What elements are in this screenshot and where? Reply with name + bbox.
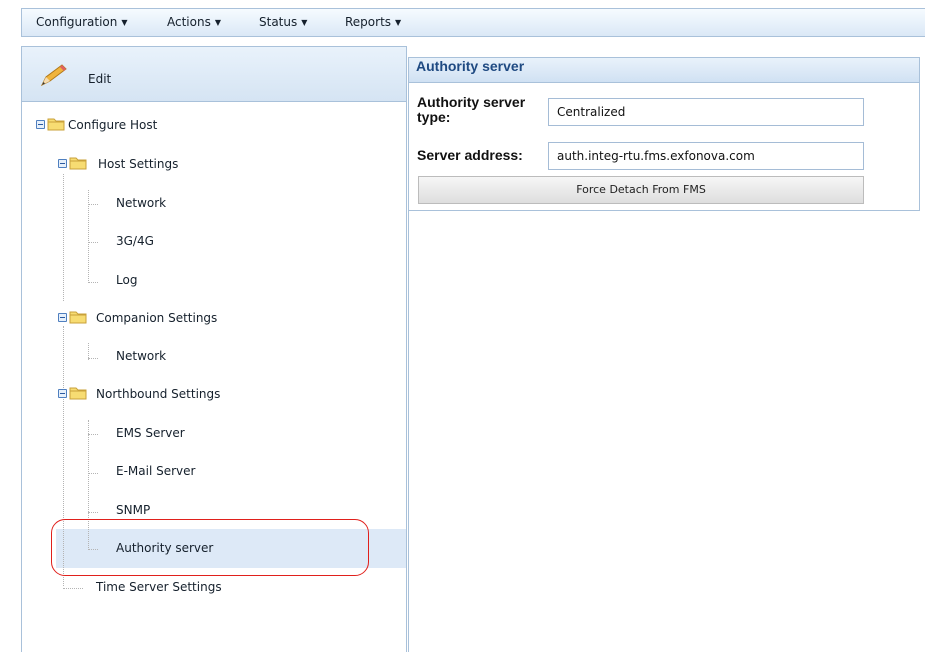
annotation-highlight-circle (51, 519, 369, 576)
tree-leaf-snmp[interactable]: SNMP (116, 503, 150, 517)
caret-down-icon: ▼ (214, 18, 221, 27)
menu-bar: Configuration ▼ Actions ▼ Status ▼ Reports ▼ (21, 8, 925, 37)
tree-connector (88, 473, 98, 474)
collapse-icon[interactable] (58, 389, 67, 398)
tree-connector (88, 358, 98, 359)
tree-label[interactable]: Host Settings (98, 157, 178, 171)
menu-actions[interactable]: Actions ▼ (167, 15, 221, 29)
tree-label[interactable]: Companion Settings (96, 311, 217, 325)
menu-configuration[interactable]: Configuration ▼ (36, 15, 128, 29)
tree-label[interactable]: Northbound Settings (96, 387, 220, 401)
authority-server-type-field[interactable]: Centralized (548, 98, 864, 126)
server-address-field[interactable]: auth.integ-rtu.fms.exfonova.com (548, 142, 864, 170)
edit-label[interactable]: Edit (88, 72, 111, 86)
tree-connector (88, 512, 98, 513)
content-divider (408, 211, 409, 652)
folder-icon (69, 157, 87, 170)
caret-down-icon: ▼ (395, 18, 402, 27)
force-detach-button[interactable]: Force Detach From FMS (418, 176, 864, 204)
folder-icon (47, 118, 65, 131)
collapse-icon[interactable] (36, 120, 45, 129)
tree-connector (88, 204, 98, 205)
tree-connector (88, 282, 98, 283)
tree-leaf-host-network[interactable]: Network (116, 196, 166, 210)
tree-leaf-companion-network[interactable]: Network (116, 349, 166, 363)
tree-connector (88, 242, 98, 243)
folder-icon (69, 387, 87, 400)
server-address-label: Server address: (417, 147, 523, 163)
collapse-icon[interactable] (58, 159, 67, 168)
caret-down-icon: ▼ (121, 18, 128, 27)
folder-icon (69, 311, 87, 324)
tree-leaf-3g4g[interactable]: 3G/4G (116, 234, 154, 248)
tree-connector (63, 174, 64, 301)
authority-server-type-label: Authority server type: (417, 94, 526, 125)
edit-toolbar[interactable] (21, 46, 407, 102)
panel-title: Authority server (416, 58, 525, 74)
menu-status[interactable]: Status ▼ (259, 15, 307, 29)
tree-connector (63, 588, 83, 589)
pencil-icon[interactable] (38, 63, 68, 89)
tree-connector (88, 434, 98, 435)
tree-leaf-time-server-settings[interactable]: Time Server Settings (96, 580, 222, 594)
tree-leaf-ems-server[interactable]: EMS Server (116, 426, 185, 440)
caret-down-icon: ▼ (301, 18, 308, 27)
tree-leaf-log[interactable]: Log (116, 273, 137, 287)
collapse-icon[interactable] (58, 313, 67, 322)
tree-label[interactable]: Configure Host (68, 118, 157, 132)
tree-leaf-email-server[interactable]: E-Mail Server (116, 464, 195, 478)
menu-reports[interactable]: Reports ▼ (345, 15, 401, 29)
